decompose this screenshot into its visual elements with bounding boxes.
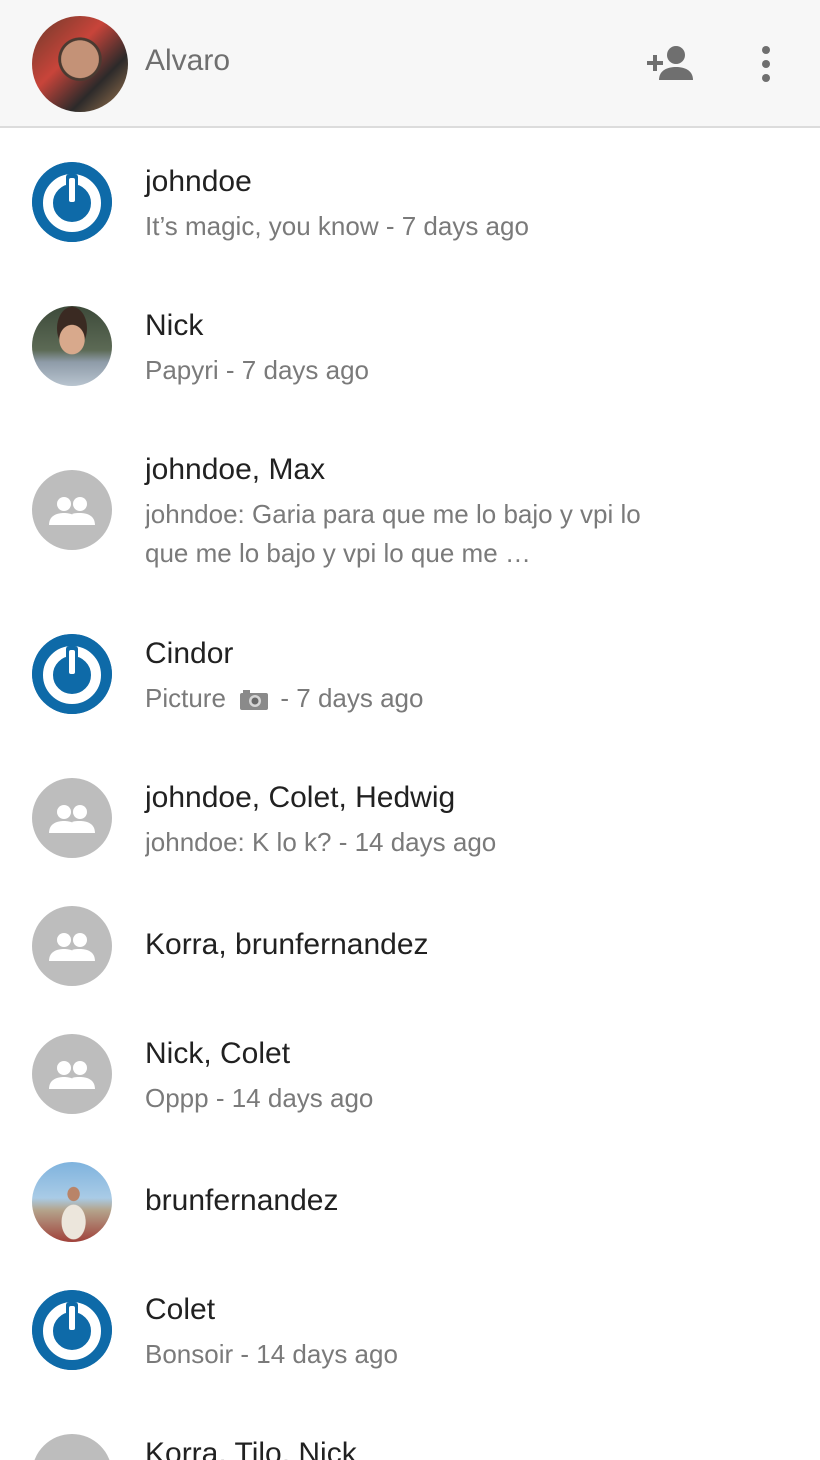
conversation-item[interactable]: johndoe, Max johndoe: Garia para que me … (0, 418, 820, 602)
preview-time: - 7 days ago (280, 683, 424, 713)
person-add-icon (644, 40, 696, 88)
group-icon (32, 778, 112, 858)
conversation-preview: johndoe: Garia para que me lo bajo y vpi… (145, 499, 641, 568)
more-options-button[interactable] (740, 40, 792, 88)
conversation-name: johndoe, Max (145, 453, 326, 486)
conversation-name: Nick (145, 309, 204, 342)
conversation-name: brunfernandez (145, 1184, 339, 1217)
conversation-preview: johndoe: K lo k? - 14 days ago (145, 827, 497, 857)
conversation-preview: Bonsoir - 14 days ago (145, 1339, 398, 1369)
contact-avatar (32, 1162, 112, 1242)
conversation-preview: Picture - 7 days ago (145, 679, 785, 722)
conversation-item[interactable]: Colet Bonsoir - 14 days ago (0, 1258, 820, 1402)
conversation-item[interactable]: johndoe It’s magic, you know - 7 days ag… (0, 130, 820, 274)
user-name: Alvaro (145, 44, 231, 77)
conversation-item[interactable]: Nick, Colet Oppp - 14 days ago (0, 1002, 820, 1146)
app-header: Alvaro (0, 0, 820, 128)
group-icon (32, 1034, 112, 1114)
power-logo-icon (32, 634, 112, 714)
power-logo-icon (32, 162, 112, 242)
conversation-name: johndoe (145, 165, 252, 198)
conversation-preview: Papyri - 7 days ago (145, 355, 370, 385)
conversation-name: Cindor (145, 637, 234, 670)
conversation-name: Nick, Colet (145, 1037, 291, 1070)
group-icon (32, 906, 112, 986)
conversation-item[interactable]: brunfernandez (0, 1146, 820, 1258)
conversation-name: Korra, brunfernandez (145, 928, 429, 961)
group-icon (32, 470, 112, 550)
user-avatar[interactable] (32, 16, 128, 112)
more-vert-icon (740, 40, 792, 88)
conversation-preview: Oppp - 14 days ago (145, 1083, 374, 1113)
conversation-item[interactable]: Korra, brunfernandez (0, 890, 820, 1002)
conversation-item[interactable]: Korra, Tilo, Nick (0, 1402, 820, 1460)
conversation-name: Korra, Tilo, Nick (145, 1437, 357, 1460)
conversation-name: johndoe, Colet, Hedwig (145, 781, 456, 814)
conversation-name: Colet (145, 1293, 216, 1326)
conversation-item[interactable]: johndoe, Colet, Hedwig johndoe: K lo k? … (0, 746, 820, 890)
preview-text: Picture (145, 683, 226, 713)
conversation-item[interactable]: Nick Papyri - 7 days ago (0, 274, 820, 418)
power-logo-icon (32, 1290, 112, 1370)
conversation-item[interactable]: Cindor Picture - 7 days ago (0, 602, 820, 746)
conversation-preview: It’s magic, you know - 7 days ago (145, 211, 529, 241)
camera-icon (239, 683, 269, 722)
contact-avatar (32, 306, 112, 386)
group-icon (32, 1434, 112, 1460)
add-contact-button[interactable] (644, 40, 696, 88)
